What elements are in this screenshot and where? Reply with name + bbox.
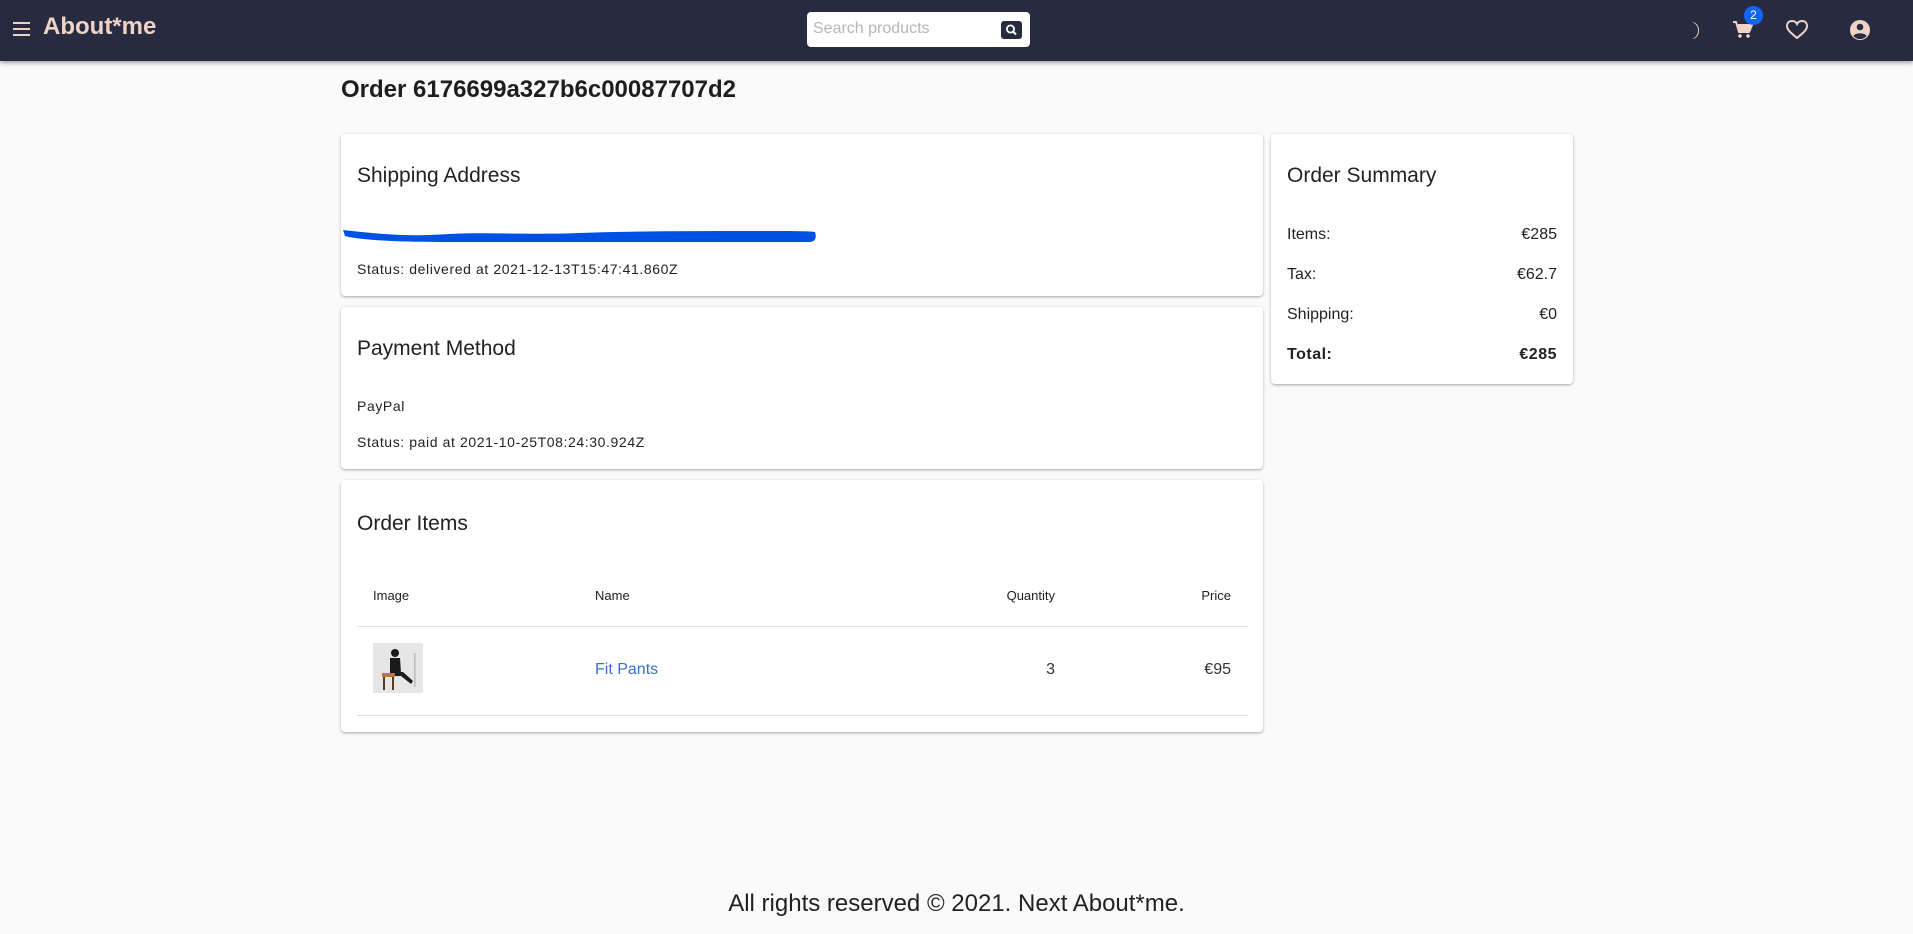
footer-text: All rights reserved © 2021. Next About*m… — [728, 890, 1185, 917]
shipping-address-card: Shipping Address Status: delivered at 20… — [341, 134, 1263, 296]
product-image[interactable] — [373, 643, 423, 693]
search-button[interactable] — [1001, 21, 1022, 39]
payment-method-card: Payment Method PayPal Status: paid at 20… — [341, 307, 1263, 469]
search-bar — [807, 12, 1030, 47]
table-header-divider — [357, 626, 1248, 627]
summary-items-label: Items: — [1287, 226, 1331, 243]
summary-tax-label: Tax: — [1287, 266, 1317, 283]
payment-method-title: Payment Method — [357, 337, 516, 360]
app-bar: About*me 2 — [0, 0, 1913, 61]
cart-count-badge: 2 — [1744, 6, 1763, 25]
table-row-divider — [357, 715, 1248, 716]
item-price: €95 — [1204, 661, 1231, 678]
order-summary-title: Order Summary — [1287, 164, 1437, 187]
summary-shipping-value: €0 — [1539, 306, 1557, 323]
dark-mode-icon[interactable] — [1682, 16, 1710, 44]
item-quantity: 3 — [1046, 661, 1055, 678]
column-header-name: Name — [595, 588, 630, 603]
order-items-card: Order Items — [341, 480, 1263, 732]
column-header-price: Price — [1201, 588, 1231, 603]
redacted-address-mark — [343, 230, 816, 242]
item-name-link[interactable]: Fit Pants — [595, 661, 658, 679]
page-title: Order 6176699a327b6c00087707d2 — [341, 76, 736, 103]
brand-logo[interactable]: About*me — [43, 13, 156, 41]
payment-method-value: PayPal — [357, 398, 405, 414]
summary-items-value: €285 — [1521, 226, 1557, 243]
item-name[interactable]: Fit Pants — [595, 661, 658, 678]
summary-tax-value: €62.7 — [1516, 266, 1557, 283]
heart-icon[interactable] — [1783, 16, 1811, 44]
summary-total-label: Total: — [1287, 346, 1333, 363]
search-input[interactable] — [813, 16, 993, 42]
order-items-title: Order Items — [357, 512, 468, 535]
account-icon[interactable] — [1846, 16, 1874, 44]
menu-icon[interactable] — [10, 18, 32, 40]
search-icon — [1006, 24, 1017, 36]
summary-total-value: €285 — [1519, 346, 1557, 363]
summary-shipping-label: Shipping: — [1287, 306, 1354, 323]
shipping-address-title: Shipping Address — [357, 164, 521, 187]
column-header-image: Image — [373, 588, 410, 603]
payment-status: Status: paid at 2021-10-25T08:24:30.924Z — [357, 434, 645, 450]
shipping-status: Status: delivered at 2021-12-13T15:47:41… — [357, 261, 679, 277]
column-header-quantity: Quantity — [1006, 588, 1055, 603]
